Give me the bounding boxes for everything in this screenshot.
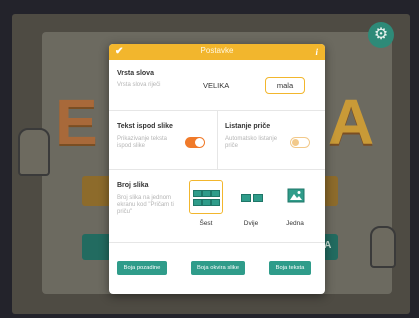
caption-toggle[interactable] xyxy=(185,137,205,148)
image-count-option-one[interactable]: Jedna xyxy=(279,180,311,227)
image-count-option-label: Dvije xyxy=(243,220,259,227)
toggle-knob xyxy=(292,139,299,146)
image-count-row: Broj slika Broj slika na jednom ekranu k… xyxy=(109,170,325,243)
font-setting-label: Vrsta slova xyxy=(117,70,154,77)
dialog-title: Postavke xyxy=(200,46,234,55)
caption-setting-sublabel: Prikazivanje teksta ispod slike xyxy=(117,136,168,149)
frame-color-button[interactable]: Boja okvira slike xyxy=(191,261,245,275)
color-buttons-row: Boja pozadine Boja okvira slike Boja tek… xyxy=(109,243,325,294)
text-color-button[interactable]: Boja teksta xyxy=(269,261,311,275)
title-letter-left: E xyxy=(55,86,98,158)
info-icon[interactable]: i xyxy=(315,44,318,60)
image-count-option-label: Jedna xyxy=(286,220,304,227)
picture-icon xyxy=(287,188,305,203)
toggle-knob xyxy=(195,138,204,147)
image-count-option-label: Šest xyxy=(199,220,213,227)
font-setting-sublabel: Vrsta slova riječi xyxy=(117,82,161,88)
autoplay-setting-label: Listanje priče xyxy=(225,123,271,130)
background-color-button[interactable]: Boja pozadine xyxy=(117,261,167,275)
six-grid-icon xyxy=(189,180,223,214)
font-setting-row: Vrsta slova Vrsta slova riječi VELIKA ma… xyxy=(109,60,325,111)
autoplay-toggle[interactable] xyxy=(290,137,310,148)
dialog-header: ✔ Postavke i xyxy=(109,44,325,60)
font-option-lowercase[interactable]: mala xyxy=(265,77,305,94)
settings-gear-icon[interactable]: ⚙ xyxy=(368,22,394,48)
two-grid-icon xyxy=(235,180,269,214)
image-count-option-six[interactable]: Šest xyxy=(187,180,225,227)
single-image-icon xyxy=(279,180,313,214)
image-count-sublabel: Broj slika na jednom ekranu kod "Pričam … xyxy=(117,195,174,215)
image-count-label: Broj slika xyxy=(117,182,149,189)
character-illustration-left xyxy=(18,128,50,176)
autoplay-setting-sublabel: Automatsko listanje priče xyxy=(225,136,278,149)
font-option-uppercase[interactable]: VELIKA xyxy=(203,81,229,90)
settings-dialog: ✔ Postavke i Vrsta slova Vrsta slova rij… xyxy=(109,44,325,294)
character-illustration-right xyxy=(370,226,396,268)
toggles-row: Tekst ispod slike Prikazivanje teksta is… xyxy=(109,111,325,170)
toggles-divider xyxy=(217,111,218,169)
caption-setting-label: Tekst ispod slike xyxy=(117,123,173,130)
image-count-option-two[interactable]: Dvije xyxy=(235,180,267,227)
title-letter-right: A xyxy=(328,86,375,158)
